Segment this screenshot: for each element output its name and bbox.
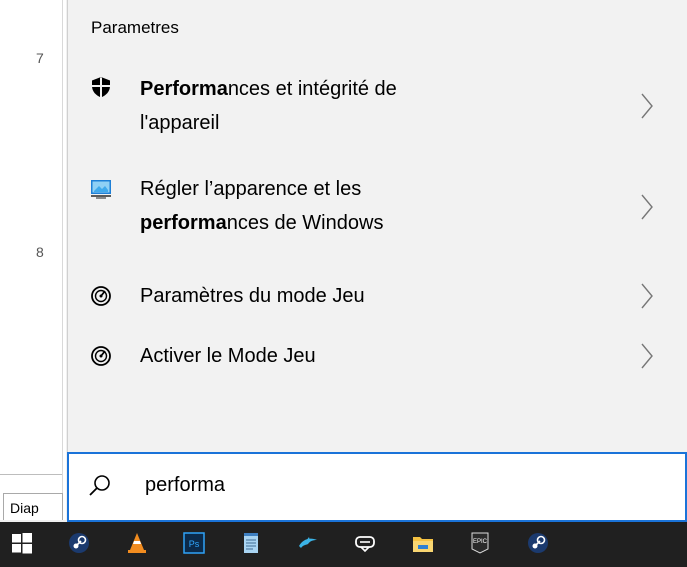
search-results-panel: Parametres Performances et intégrité de …: [67, 0, 687, 452]
vlc-icon: [128, 533, 146, 553]
notepad-icon: [244, 533, 258, 553]
svg-text:EPIC: EPIC: [473, 539, 488, 545]
section-title: Parametres: [91, 18, 179, 37]
search-box[interactable]: performa: [67, 452, 687, 522]
game-mode-icon: [91, 346, 111, 366]
taskbar-app-dolphin[interactable]: [286, 522, 330, 567]
result-label: Paramètres du mode Jeu: [140, 285, 365, 307]
chevron-right-icon: [641, 283, 653, 309]
result-item-enable-game-mode[interactable]: Activer le Mode Jeu: [68, 334, 687, 382]
search-icon: [89, 475, 110, 496]
monitor-icon: [91, 180, 111, 199]
game-mode-icon: [91, 286, 111, 306]
taskbar-app-steam[interactable]: [57, 522, 101, 567]
background-app: [0, 0, 66, 520]
chevron-right-icon: [641, 194, 653, 220]
start-button[interactable]: [0, 522, 44, 567]
steam-icon: [69, 533, 89, 553]
shield-icon: [92, 77, 110, 98]
epic-games-icon: EPIC: [471, 532, 489, 554]
taskbar-app-vr[interactable]: [343, 522, 387, 567]
photoshop-icon: Ps: [183, 532, 205, 554]
taskbar-app-steam[interactable]: [516, 522, 560, 567]
taskbar-app-vlc[interactable]: [115, 522, 159, 567]
row-number: 8: [36, 244, 44, 260]
divider: [62, 0, 63, 520]
taskbar-app-epic-games[interactable]: EPIC: [458, 522, 502, 567]
taskbar-app-notepad[interactable]: [229, 522, 273, 567]
file-explorer-icon: [413, 537, 433, 552]
chevron-right-icon: [641, 343, 653, 369]
chevron-right-icon: [641, 93, 653, 119]
steam-icon: [528, 533, 548, 553]
taskbar-app-file-explorer[interactable]: [401, 522, 445, 567]
windows-start-icon: [12, 533, 32, 554]
result-label: Régler l’apparence et les performances d…: [140, 178, 384, 234]
result-item-game-mode-settings[interactable]: Paramètres du mode Jeu: [68, 274, 687, 322]
vr-headset-icon: [355, 536, 375, 553]
screen: 7 8 Diap Parametres Performances et inté…: [0, 0, 687, 567]
dolphin-icon: [299, 537, 317, 548]
result-label: Activer le Mode Jeu: [140, 345, 316, 367]
taskbar: Ps EPIC: [0, 522, 687, 567]
svg-text:Ps: Ps: [189, 539, 200, 549]
search-input[interactable]: performa: [145, 474, 225, 497]
result-item-appearance-performance[interactable]: Régler l’apparence et les performances d…: [68, 166, 687, 258]
row-number: 7: [36, 50, 44, 66]
sheet-tab[interactable]: Diap: [3, 493, 63, 520]
divider: [0, 474, 62, 475]
result-item-device-performance[interactable]: Performances et intégrité de l'appareil: [68, 66, 687, 156]
taskbar-app-photoshop[interactable]: Ps: [172, 522, 216, 567]
result-label: Performances et intégrité de l'appareil: [140, 78, 397, 134]
